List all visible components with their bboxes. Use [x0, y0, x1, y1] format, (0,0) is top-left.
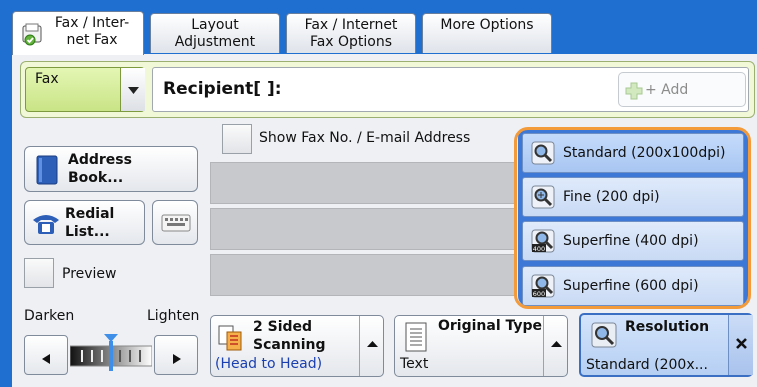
- add-label: + Add: [645, 82, 689, 98]
- recipient-list-row: [210, 208, 516, 250]
- address-book-label: Address Book...: [68, 152, 132, 186]
- resolution-button[interactable]: Resolution Standard (200x...: [579, 313, 753, 377]
- preview-checkbox[interactable]: [24, 258, 54, 288]
- arrow-right-icon: [171, 350, 183, 369]
- caret-up-icon: [543, 316, 568, 376]
- document-icon: [405, 322, 427, 352]
- keyboard-icon: [161, 214, 191, 232]
- address-book-icon: [35, 155, 59, 185]
- tab-fax-internet-fax[interactable]: Fax / Inter- net Fax: [12, 11, 144, 55]
- preview-label: Preview: [62, 266, 117, 282]
- address-book-button[interactable]: Address Book...: [24, 146, 198, 192]
- two-sided-icon: [218, 324, 244, 352]
- redial-list-button[interactable]: Redial List...: [24, 200, 145, 245]
- darken-label: Darken: [24, 308, 75, 324]
- original-type-button[interactable]: Original Type Text: [394, 315, 568, 377]
- lighten-button[interactable]: [154, 335, 198, 375]
- fax-icon: [21, 22, 45, 46]
- keyboard-button[interactable]: [152, 200, 198, 245]
- close-icon[interactable]: [728, 315, 753, 375]
- telephone-icon: [31, 211, 61, 235]
- original-type-value: Text: [400, 356, 429, 372]
- recipient-list-row: [210, 162, 516, 204]
- address-type-dropdown[interactable]: Fax: [25, 67, 145, 112]
- recipient-list-row: [210, 254, 516, 296]
- redial-list-label: Redial List...: [65, 206, 115, 240]
- two-sided-scanning-button[interactable]: 2 Sided Scanning (Head to Head): [210, 315, 384, 377]
- resolution-highlight-outline: [514, 127, 751, 309]
- recipient-field[interactable]: Recipient[ ]: + Add: [152, 67, 749, 112]
- two-sided-label: 2 Sided Scanning: [253, 319, 326, 353]
- original-type-label: Original Type: [438, 318, 543, 334]
- show-fax-no-label: Show Fax No. / E-mail Address: [259, 130, 471, 146]
- chevron-down-icon: [120, 68, 145, 111]
- darken-button[interactable]: [24, 335, 68, 375]
- two-sided-value: (Head to Head): [215, 356, 323, 372]
- plus-icon: [625, 82, 643, 100]
- add-recipient-button[interactable]: + Add: [618, 72, 746, 107]
- tab-label: Layout Adjustment: [174, 17, 256, 50]
- resolution-label: Resolution: [625, 319, 710, 335]
- show-fax-no-checkbox[interactable]: [222, 124, 252, 154]
- tab-more-options[interactable]: More Options: [422, 13, 552, 53]
- address-type-value: Fax: [35, 71, 59, 87]
- resolution-icon: [591, 322, 617, 348]
- tab-label: More Options: [440, 17, 534, 33]
- recipient-label: Recipient[ ]:: [163, 79, 282, 99]
- tab-layout-adjustment[interactable]: Layout Adjustment: [150, 13, 280, 53]
- arrow-left-icon: [40, 350, 52, 369]
- density-indicator: [103, 333, 119, 373]
- caret-up-icon: [359, 316, 384, 376]
- tab-label: Fax / Internet Fax Options: [304, 17, 398, 50]
- tab-fax-internet-fax-options[interactable]: Fax / Internet Fax Options: [286, 13, 416, 53]
- lighten-label: Lighten: [147, 308, 200, 324]
- resolution-value: Standard (200x...: [586, 357, 708, 373]
